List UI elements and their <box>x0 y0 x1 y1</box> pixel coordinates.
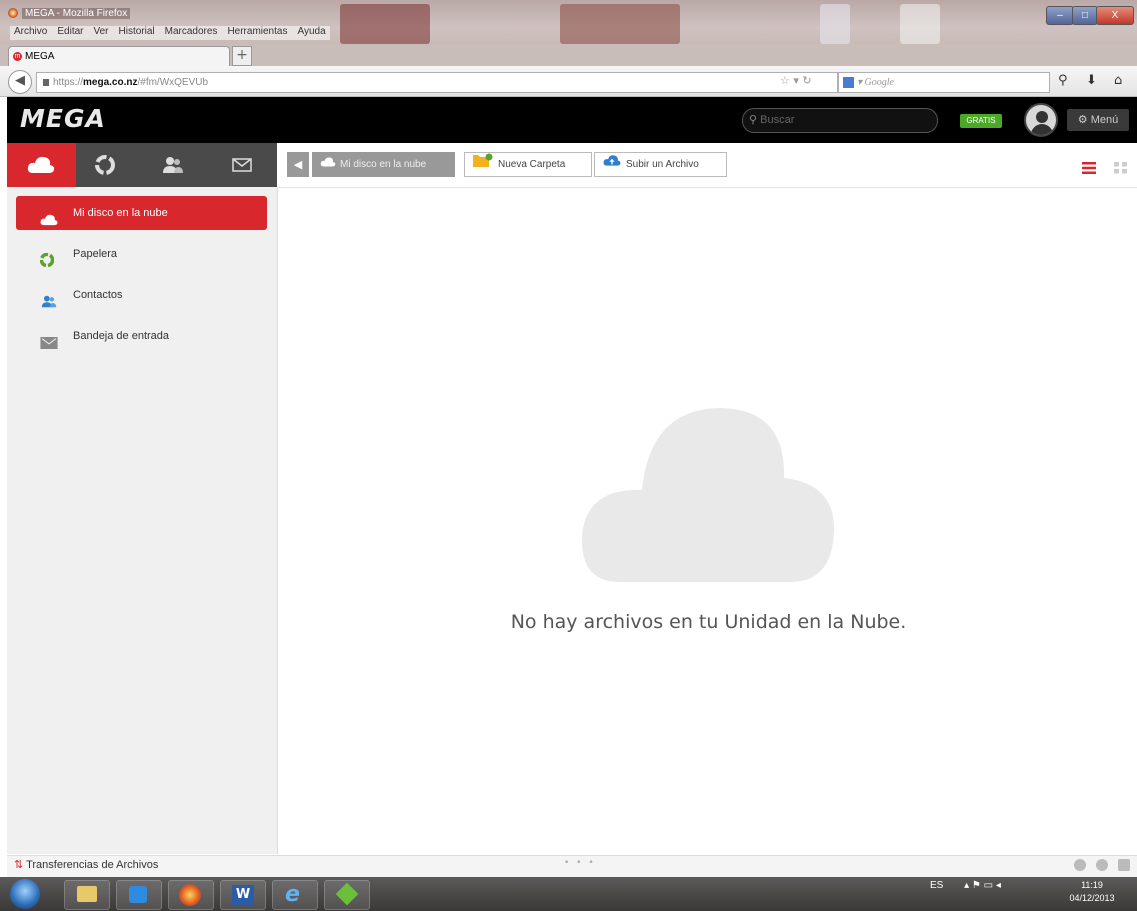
search-icon: ⚲ <box>749 114 758 126</box>
media-player-icon[interactable] <box>116 880 162 910</box>
mega-search-placeholder: Buscar <box>760 114 795 126</box>
cloud-icon[interactable] <box>21 153 61 177</box>
browser-search-input[interactable]: ▾ Google <box>838 72 1050 93</box>
transfer-arrows-icon: ⇅ <box>14 859 24 871</box>
sidebar-item-label: Mi disco en la nube <box>73 207 168 219</box>
start-button[interactable] <box>10 879 40 909</box>
avatar[interactable] <box>1024 103 1058 137</box>
gear-icon: ⚙ <box>1077 114 1088 126</box>
sidebar-item-label: Bandeja de entrada <box>73 330 170 342</box>
clock[interactable]: 11:19 04/12/2013 <box>1062 879 1122 905</box>
firefox-icon <box>8 8 18 18</box>
new-folder-button[interactable]: Nueva Carpeta <box>464 152 592 177</box>
window-title: MEGA - Mozilla Firefox <box>22 8 131 19</box>
url-path: /#fm/WxQEVUb <box>137 77 209 88</box>
minimize-button[interactable]: – <box>1046 6 1074 25</box>
back-arrow-icon[interactable]: ◀ <box>8 70 32 94</box>
transfers-label: Transferencias de Archivos <box>26 859 159 871</box>
breadcrumb-label: Mi disco en la nube <box>340 159 427 171</box>
search-icon[interactable]: ⚲ <box>1058 73 1068 88</box>
sidebar-item-inbox[interactable]: Bandeja de entrada <box>16 319 267 353</box>
menu-label: Menú <box>1090 114 1119 126</box>
firefox-icon[interactable] <box>168 880 214 910</box>
plan-badge[interactable]: GRATIS <box>960 114 1002 128</box>
search-engine: Google <box>864 77 894 88</box>
cloud-icon <box>320 157 336 170</box>
contacts-icon <box>40 288 58 308</box>
transfers-toggle[interactable]: ⇅ Transferencias de Archivos <box>14 858 158 871</box>
download-icon[interactable]: ⬇ <box>1086 73 1097 88</box>
url-bar[interactable]: https://mega.co.nz/#fm/WxQEVUb <box>36 72 838 93</box>
pause-icon[interactable] <box>1074 859 1086 871</box>
empty-state-message: No hay archivos en tu Unidad en la Nube. <box>510 611 907 633</box>
recycle-icon <box>39 247 58 268</box>
upload-file-button[interactable]: Subir un Archivo <box>594 152 727 177</box>
clock-date: 04/12/2013 <box>1069 893 1115 903</box>
sidebar-item-cloud-drive[interactable]: Mi disco en la nube <box>16 196 267 230</box>
google-icon <box>843 77 854 89</box>
maximize-button[interactable]: □ <box>1072 6 1098 25</box>
browser-menubar: Archivo Editar Ver Historial Marcadores … <box>10 26 330 40</box>
menu-archivo[interactable]: Archivo <box>14 26 47 40</box>
cloud-icon <box>40 206 58 226</box>
mega-logo[interactable]: MEGA <box>20 104 106 133</box>
internet-explorer-icon[interactable]: e <box>272 880 318 910</box>
sidebar-item-label: Papelera <box>73 248 118 260</box>
tray-icons[interactable]: ▴ ⚑ ▭ ◂ <box>964 880 1001 891</box>
language-indicator[interactable]: ES <box>930 880 943 891</box>
lock-icon <box>43 78 49 86</box>
settings-icon[interactable] <box>1096 859 1108 871</box>
new-folder-label: Nueva Carpeta <box>498 159 566 171</box>
url-host: mega.co.nz <box>83 77 138 88</box>
upload-label: Subir un Archivo <box>626 159 699 171</box>
mega-favicon: m <box>13 51 22 61</box>
tab-title: MEGA <box>25 51 55 62</box>
sidebar-item-contacts[interactable]: Contactos <box>16 278 267 312</box>
inbox-icon[interactable] <box>222 153 262 177</box>
contacts-icon[interactable] <box>153 153 193 177</box>
menu-editar[interactable]: Editar <box>57 26 83 40</box>
list-view-icon[interactable] <box>1082 159 1096 174</box>
menu-ayuda[interactable]: Ayuda <box>297 26 325 40</box>
menu-herramientas[interactable]: Herramientas <box>227 26 287 40</box>
cloud-upload-icon <box>603 155 621 170</box>
mega-search-input[interactable]: ⚲ Buscar <box>742 108 938 133</box>
clear-icon[interactable] <box>1118 859 1130 871</box>
close-window-button[interactable]: X <box>1096 6 1134 25</box>
folder-add-icon <box>473 153 493 170</box>
word-icon[interactable]: W <box>220 880 266 910</box>
sidebar-item-trash[interactable]: Papelera <box>16 237 267 271</box>
menu-button[interactable]: ⚙ Menú <box>1067 109 1129 131</box>
recycle-icon[interactable] <box>85 153 125 177</box>
system-tray: ES ▴ ⚑ ▭ ◂ <box>930 880 1001 891</box>
explorer-icon[interactable] <box>64 880 110 910</box>
menu-ver[interactable]: Ver <box>93 26 108 40</box>
breadcrumb[interactable]: Mi disco en la nube <box>312 152 455 177</box>
clock-time: 11:19 <box>1081 880 1103 890</box>
new-tab-button[interactable]: + <box>232 46 252 66</box>
inbox-icon <box>40 329 58 349</box>
grid-view-icon[interactable] <box>1114 159 1128 174</box>
browser-tab-mega[interactable]: m MEGA <box>8 46 230 67</box>
sidebar-item-label: Contactos <box>73 289 123 301</box>
home-icon[interactable]: ⌂ <box>1114 73 1122 88</box>
breadcrumb-back-button[interactable]: ◀ <box>287 152 309 177</box>
app-icon[interactable] <box>324 880 370 910</box>
bookmark-star-icon[interactable]: ☆ ▾ ↻ <box>780 74 812 87</box>
empty-cloud-icon <box>580 406 836 584</box>
url-prefix: https:// <box>53 77 84 88</box>
menu-historial[interactable]: Historial <box>119 26 155 40</box>
menu-marcadores[interactable]: Marcadores <box>165 26 218 40</box>
resize-handle[interactable]: • • • <box>564 858 596 868</box>
